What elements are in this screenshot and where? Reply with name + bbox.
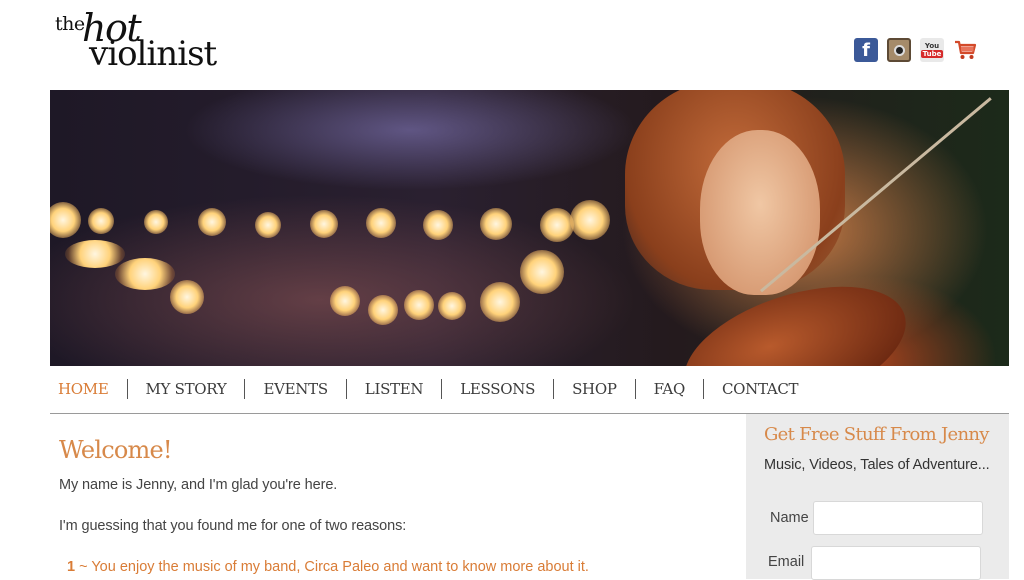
bokeh-light bbox=[540, 208, 574, 242]
bokeh-light bbox=[520, 250, 564, 294]
youtube-tube: Tube bbox=[920, 50, 944, 58]
main-nav: HOME MY STORY EVENTS LISTEN LESSONS SHOP… bbox=[50, 374, 1009, 404]
email-field[interactable] bbox=[811, 546, 981, 580]
bokeh-light bbox=[366, 208, 396, 238]
instagram-lens bbox=[893, 44, 905, 56]
reasons-intro-paragraph: I'm guessing that you found me for one o… bbox=[59, 518, 407, 534]
social-links: f You Tube bbox=[854, 38, 977, 62]
bokeh-light bbox=[255, 212, 281, 238]
bokeh-light bbox=[480, 208, 512, 240]
face-shape bbox=[700, 130, 820, 295]
name-label: Name bbox=[770, 510, 809, 526]
welcome-heading: Welcome! bbox=[59, 436, 172, 464]
bokeh-light bbox=[438, 292, 466, 320]
intro-paragraph: My name is Jenny, and I'm glad you're he… bbox=[59, 477, 338, 493]
nav-events[interactable]: EVENTS bbox=[245, 380, 345, 398]
facebook-icon[interactable]: f bbox=[854, 38, 878, 62]
logo-violinist: violinist bbox=[89, 34, 217, 74]
name-field[interactable] bbox=[813, 501, 983, 535]
signup-subtitle: Music, Videos, Tales of Adventure... bbox=[764, 457, 990, 473]
bokeh-light bbox=[198, 208, 226, 236]
reason-1: 1 ~ You enjoy the music of my band, Circ… bbox=[67, 559, 589, 575]
signup-title: Get Free Stuff From Jenny bbox=[764, 424, 989, 445]
bokeh-light bbox=[170, 280, 204, 314]
youtube-icon[interactable]: You Tube bbox=[920, 38, 944, 62]
facebook-glyph: f bbox=[862, 39, 870, 61]
reason-number: 1 bbox=[67, 559, 76, 575]
shopping-cart-icon[interactable] bbox=[953, 38, 977, 62]
bokeh-light bbox=[404, 290, 434, 320]
cart-svg bbox=[955, 40, 977, 59]
bokeh-light bbox=[88, 208, 114, 234]
nav-contact[interactable]: CONTACT bbox=[704, 380, 816, 398]
hero-image bbox=[50, 90, 1009, 366]
reason-text: ~ You enjoy the music of my band, Circa … bbox=[75, 559, 589, 575]
nav-faq[interactable]: FAQ bbox=[636, 380, 703, 398]
nav-lessons[interactable]: LESSONS bbox=[442, 380, 553, 398]
bokeh-light bbox=[144, 210, 168, 234]
bokeh-light bbox=[115, 258, 175, 290]
bokeh-light bbox=[310, 210, 338, 238]
bokeh-light bbox=[368, 295, 398, 325]
nav-listen[interactable]: LISTEN bbox=[347, 380, 441, 398]
bokeh-light bbox=[65, 240, 125, 268]
email-label: Email bbox=[768, 554, 805, 570]
bokeh-light bbox=[570, 200, 610, 240]
bokeh-light bbox=[480, 282, 520, 322]
nav-shop[interactable]: SHOP bbox=[554, 380, 635, 398]
nav-home[interactable]: HOME bbox=[50, 380, 127, 398]
bokeh-light bbox=[330, 286, 360, 316]
site-logo[interactable]: the hot violinist bbox=[55, 8, 225, 74]
youtube-you: You bbox=[924, 42, 940, 50]
nav-my-story[interactable]: MY STORY bbox=[128, 380, 245, 398]
signup-sidebar: Get Free Stuff From Jenny Music, Videos,… bbox=[746, 414, 1009, 580]
logo-the: the bbox=[55, 13, 85, 35]
bokeh-light bbox=[423, 210, 453, 240]
bokeh-light bbox=[50, 202, 81, 238]
instagram-icon[interactable] bbox=[887, 38, 911, 62]
